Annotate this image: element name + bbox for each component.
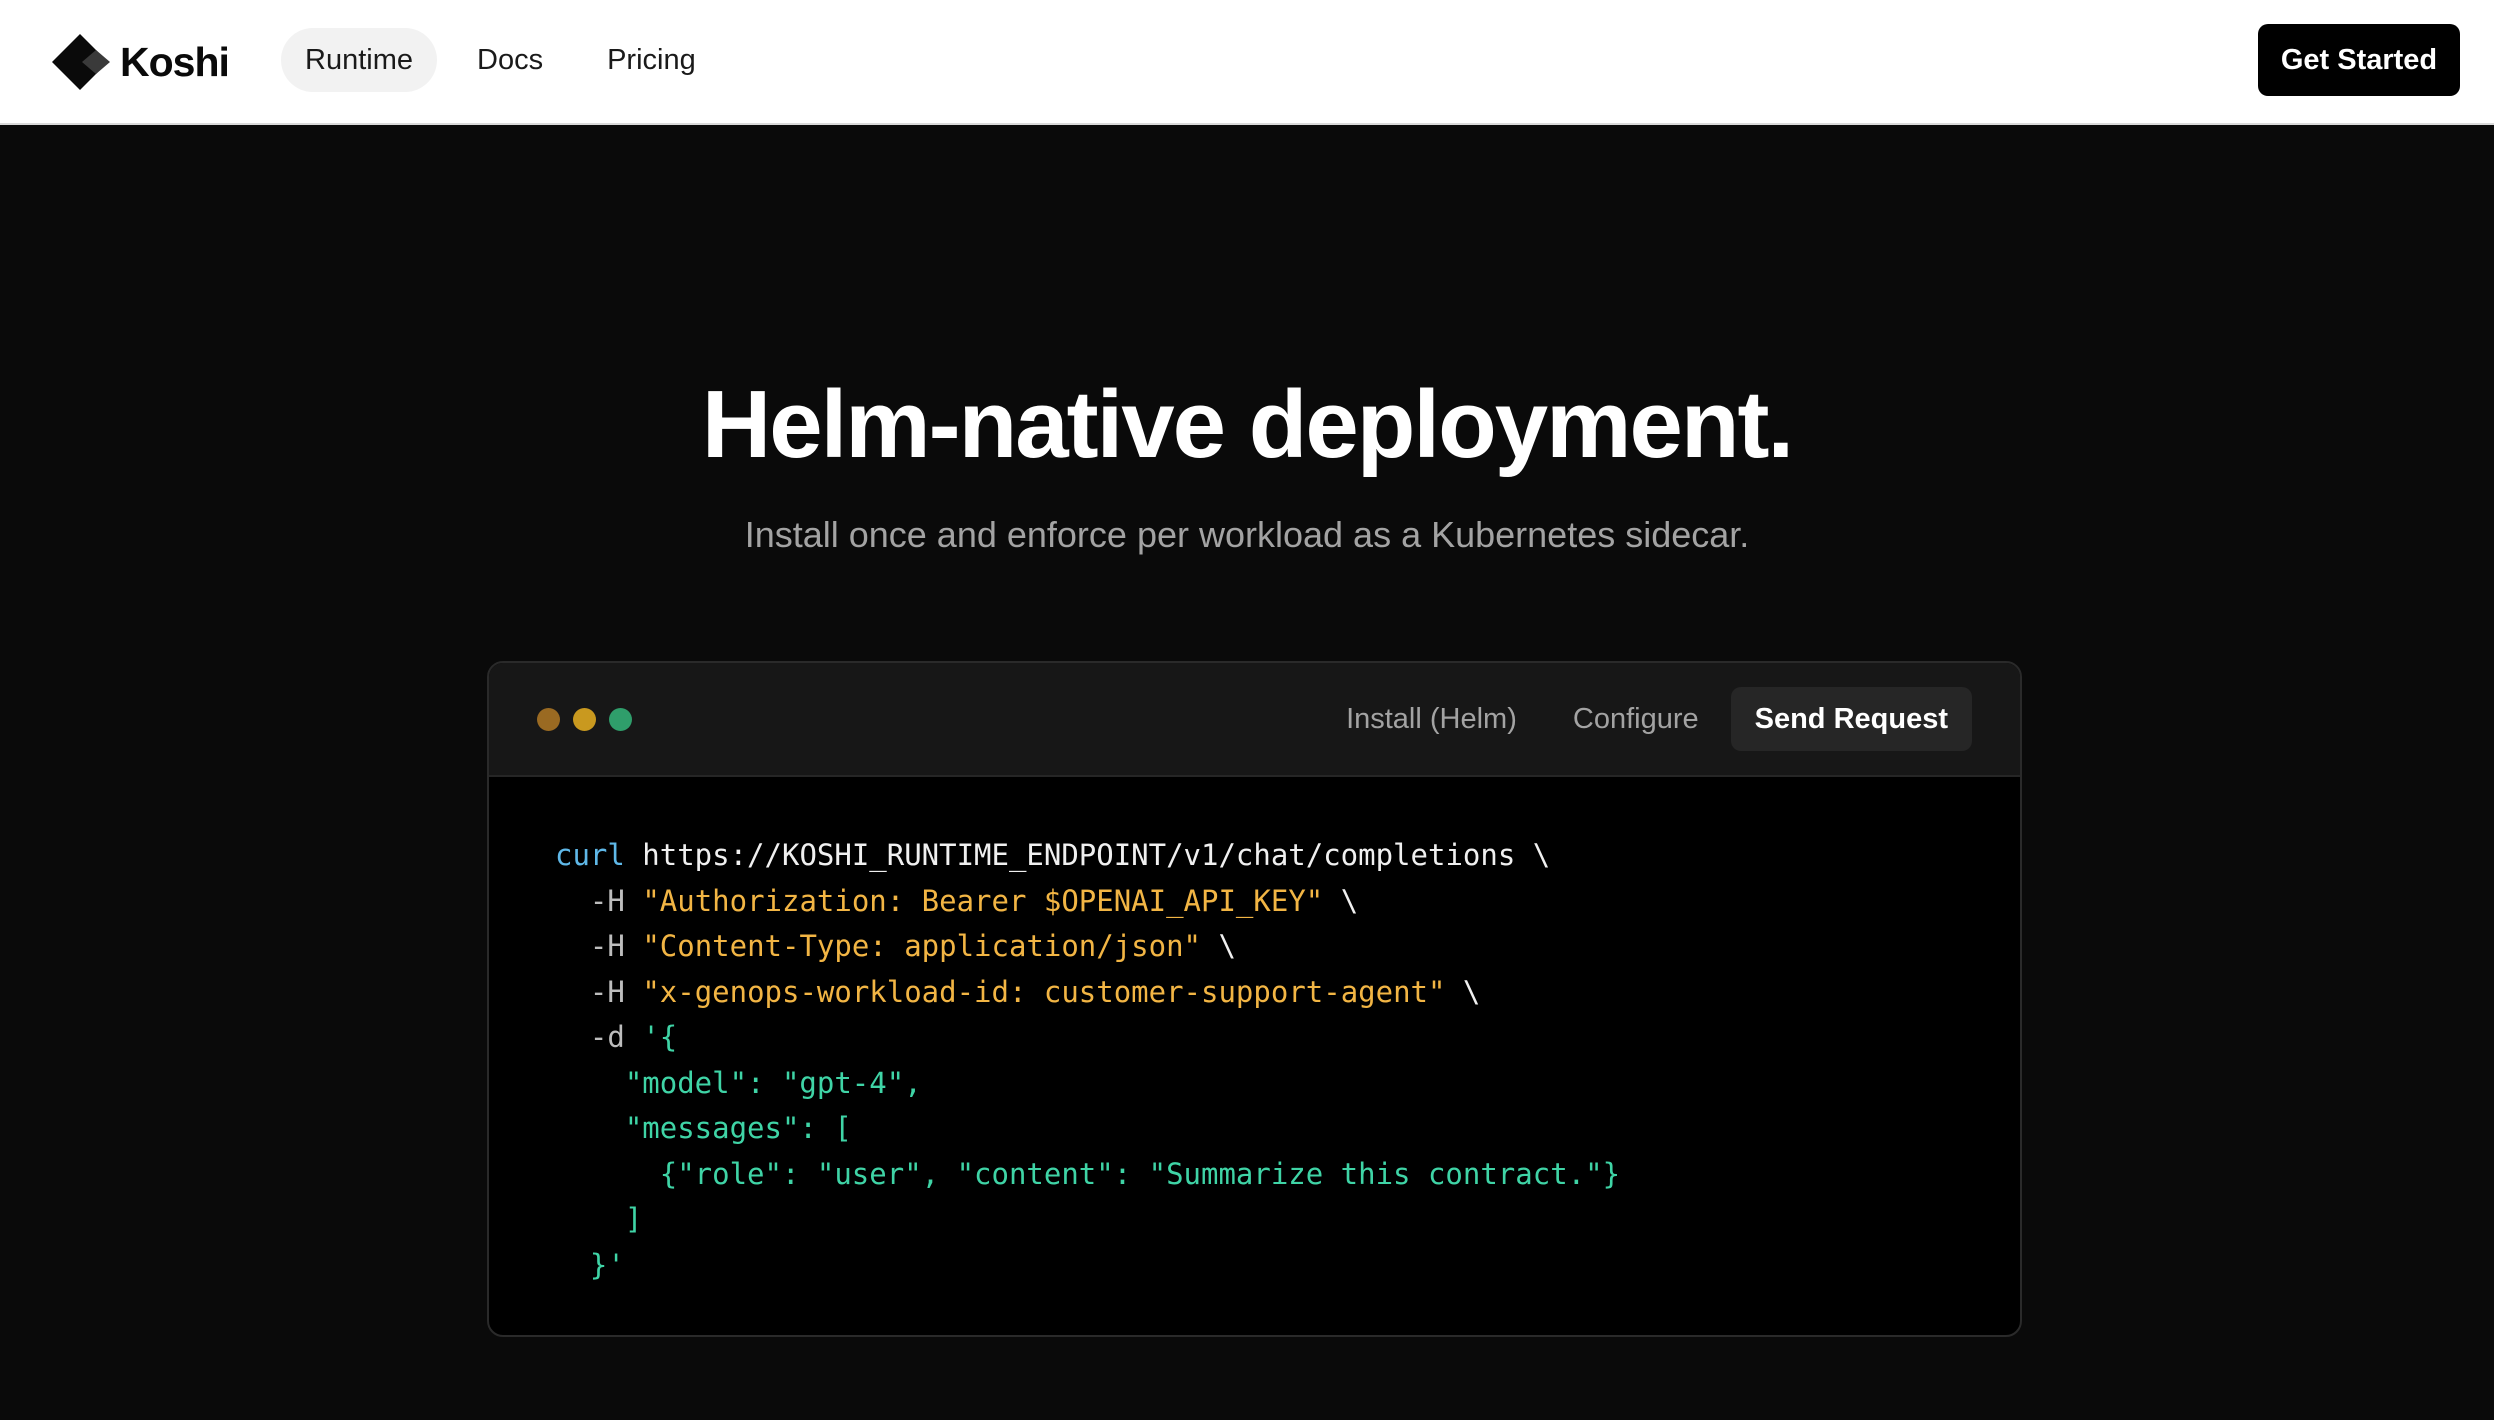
code-string: "Content-Type: application/json"	[642, 929, 1202, 963]
code-url: https://KOSHI_RUNTIME_ENDPOINT/v1/chat/c…	[624, 838, 1551, 872]
code-flag: -H	[555, 929, 643, 963]
hero-title: Helm-native deployment.	[701, 371, 1794, 478]
top-navbar: Koshi Runtime Docs Pricing Get Started	[0, 0, 2494, 125]
code-string: "x-genops-workload-id: customer-support-…	[642, 974, 1446, 1009]
code-line: curl https://KOSHI_RUNTIME_ENDPOINT/v1/c…	[555, 833, 1620, 879]
brand-logo[interactable]: Koshi	[52, 34, 230, 90]
code-line: ]	[555, 1202, 643, 1236]
window-dot-icon	[537, 708, 560, 731]
get-started-button[interactable]: Get Started	[2258, 24, 2460, 96]
code-continuation: \	[1323, 883, 1359, 918]
brand-name: Koshi	[120, 38, 230, 85]
tab-send-request[interactable]: Send Request	[1730, 687, 1972, 751]
code-flag: -d	[555, 1020, 643, 1054]
code-line: -H "Authorization: Bearer $OPENAI_API_KE…	[555, 879, 1620, 925]
code-command: curl	[555, 838, 625, 872]
window-controls	[537, 708, 632, 731]
code-line: "messages": [	[555, 1111, 852, 1145]
nav-link-runtime[interactable]: Runtime	[281, 28, 437, 92]
code-json: '{	[642, 1020, 678, 1054]
code-window-titlebar: Install (Helm) Configure Send Request	[489, 663, 2020, 777]
tab-configure[interactable]: Configure	[1549, 687, 1723, 751]
code-flag: -H	[555, 883, 643, 918]
nav-links: Runtime Docs Pricing	[281, 28, 720, 92]
code-tabs: Install (Helm) Configure Send Request	[1322, 687, 1972, 751]
window-dot-icon	[609, 708, 632, 731]
code-line: -d '{	[555, 1015, 1620, 1061]
hero-subtitle: Install once and enforce per workload as…	[744, 514, 1750, 555]
code-line: "model": "gpt-4",	[555, 1065, 922, 1100]
tab-install-helm[interactable]: Install (Helm)	[1322, 687, 1541, 751]
code-line: -H "Content-Type: application/json" \	[555, 924, 1620, 970]
code-line: {"role": "user", "content": "Summarize t…	[555, 1156, 1621, 1191]
nav-link-docs[interactable]: Docs	[453, 28, 567, 92]
code-line: -H "x-genops-workload-id: customer-suppo…	[555, 970, 1620, 1016]
koshi-logo-icon	[52, 34, 110, 90]
code-continuation: \	[1445, 974, 1481, 1009]
code-string: "Authorization: Bearer $OPENAI_API_KEY"	[642, 883, 1324, 918]
code-line: }'	[555, 1247, 625, 1282]
code-continuation: \	[1201, 929, 1236, 963]
code-flag: -H	[555, 974, 643, 1009]
code-block: curl https://KOSHI_RUNTIME_ENDPOINT/v1/c…	[555, 833, 1620, 1288]
code-window: Install (Helm) Configure Send Request cu…	[487, 661, 2022, 1337]
window-dot-icon	[573, 708, 596, 731]
nav-link-pricing[interactable]: Pricing	[583, 28, 720, 92]
